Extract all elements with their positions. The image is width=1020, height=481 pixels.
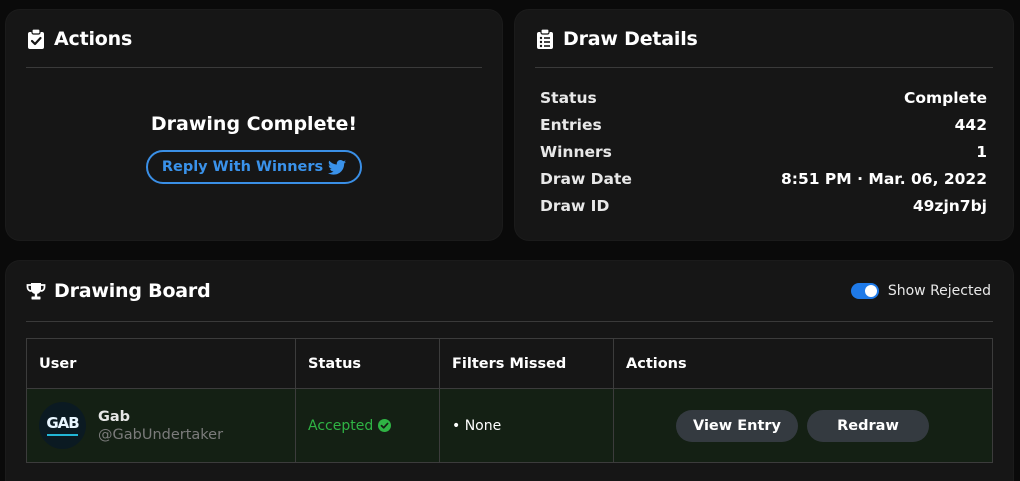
detail-value: 8:51 PM · Mar. 06, 2022 bbox=[780, 169, 987, 188]
filters-missed-value: • None bbox=[452, 417, 502, 434]
detail-label: Entries bbox=[540, 115, 602, 134]
avatar: GAB bbox=[39, 402, 86, 449]
actions-cell: View Entry Redraw bbox=[613, 388, 993, 463]
reply-button-label: Reply With Winners bbox=[161, 159, 324, 175]
status-text: Accepted bbox=[308, 417, 374, 434]
show-rejected-toggle[interactable] bbox=[850, 283, 879, 299]
avatar-logo-underline bbox=[47, 434, 78, 436]
twitter-icon bbox=[328, 159, 347, 175]
reply-with-winners-button[interactable]: Reply With Winners bbox=[146, 150, 362, 184]
column-header-actions: Actions bbox=[613, 338, 993, 389]
column-header-user: User bbox=[26, 338, 296, 389]
detail-row-draw-date: Draw Date 8:51 PM · Mar. 06, 2022 bbox=[540, 165, 987, 192]
table-header-row: User Status Filters Missed Actions bbox=[26, 338, 993, 389]
drawing-status-message: Drawing Complete! bbox=[150, 113, 358, 135]
user-handle: @GabUndertaker bbox=[98, 426, 224, 443]
clipboard-list-icon bbox=[535, 28, 555, 50]
trophy-icon bbox=[26, 280, 46, 302]
drawing-board-table: User Status Filters Missed Actions GAB G… bbox=[26, 338, 993, 463]
drawing-board-card: Drawing Board Show Rejected User Status … bbox=[6, 261, 1013, 481]
detail-label: Winners bbox=[540, 142, 612, 161]
avatar-logo-text: GAB bbox=[46, 413, 79, 432]
detail-value: 442 bbox=[954, 115, 987, 134]
detail-label: Status bbox=[540, 88, 597, 107]
redraw-button[interactable]: Redraw bbox=[807, 409, 929, 442]
actions-card: Actions Drawing Complete! Reply With Win… bbox=[6, 10, 502, 240]
table-row: GAB Gab @GabUndertaker Accepted • None V… bbox=[26, 388, 993, 463]
detail-row-status: Status Complete bbox=[540, 84, 987, 111]
user-name: Gab bbox=[98, 408, 131, 425]
status-badge: Accepted bbox=[308, 418, 427, 434]
column-header-status: Status bbox=[295, 338, 440, 389]
draw-details-title: Draw Details bbox=[563, 27, 698, 50]
view-entry-button[interactable]: View Entry bbox=[676, 409, 798, 442]
user-cell: GAB Gab @GabUndertaker bbox=[26, 388, 296, 463]
column-header-filters-missed: Filters Missed bbox=[439, 338, 614, 389]
draw-details-card: Draw Details Status Complete Entries 442… bbox=[515, 10, 1013, 240]
detail-label: Draw ID bbox=[540, 196, 610, 215]
detail-row-draw-id: Draw ID 49zjn7bj bbox=[540, 192, 987, 219]
detail-row-winners: Winners 1 bbox=[540, 138, 987, 165]
show-rejected-label: Show Rejected bbox=[887, 283, 991, 299]
detail-row-entries: Entries 442 bbox=[540, 111, 987, 138]
actions-title: Actions bbox=[54, 27, 133, 50]
clipboard-check-icon bbox=[26, 28, 46, 50]
draw-details-header: Draw Details bbox=[535, 10, 993, 68]
drawing-board-header: Drawing Board bbox=[26, 261, 993, 322]
drawing-board-title: Drawing Board bbox=[54, 280, 211, 302]
status-cell: Accepted bbox=[295, 388, 440, 463]
detail-value: Complete bbox=[903, 88, 987, 107]
filters-missed-cell: • None bbox=[439, 388, 614, 463]
detail-label: Draw Date bbox=[540, 169, 632, 188]
check-circle-icon bbox=[378, 419, 392, 432]
detail-value: 1 bbox=[976, 142, 987, 161]
detail-value: 49zjn7bj bbox=[912, 196, 987, 215]
actions-header: Actions bbox=[26, 10, 482, 68]
show-rejected-toggle-wrap: Show Rejected bbox=[850, 283, 991, 299]
